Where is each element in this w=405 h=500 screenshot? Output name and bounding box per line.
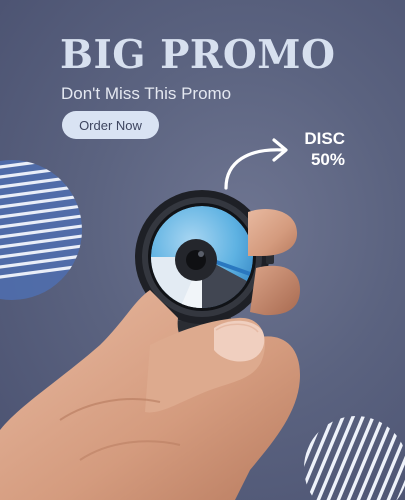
discount-badge: DISC 50% xyxy=(304,128,345,170)
discount-value: 50% xyxy=(310,150,345,169)
left-decor-circle xyxy=(0,160,82,300)
promo-poster: BIG PROMO Don't Miss This Promo Order No… xyxy=(0,0,405,500)
order-now-button[interactable]: Order Now xyxy=(62,111,159,139)
right-decor-circle xyxy=(304,416,405,500)
promo-subtitle: Don't Miss This Promo xyxy=(61,84,232,103)
page-title: BIG PROMO xyxy=(60,32,336,78)
discount-label: DISC xyxy=(304,129,345,148)
curved-arrow-icon xyxy=(224,138,288,190)
